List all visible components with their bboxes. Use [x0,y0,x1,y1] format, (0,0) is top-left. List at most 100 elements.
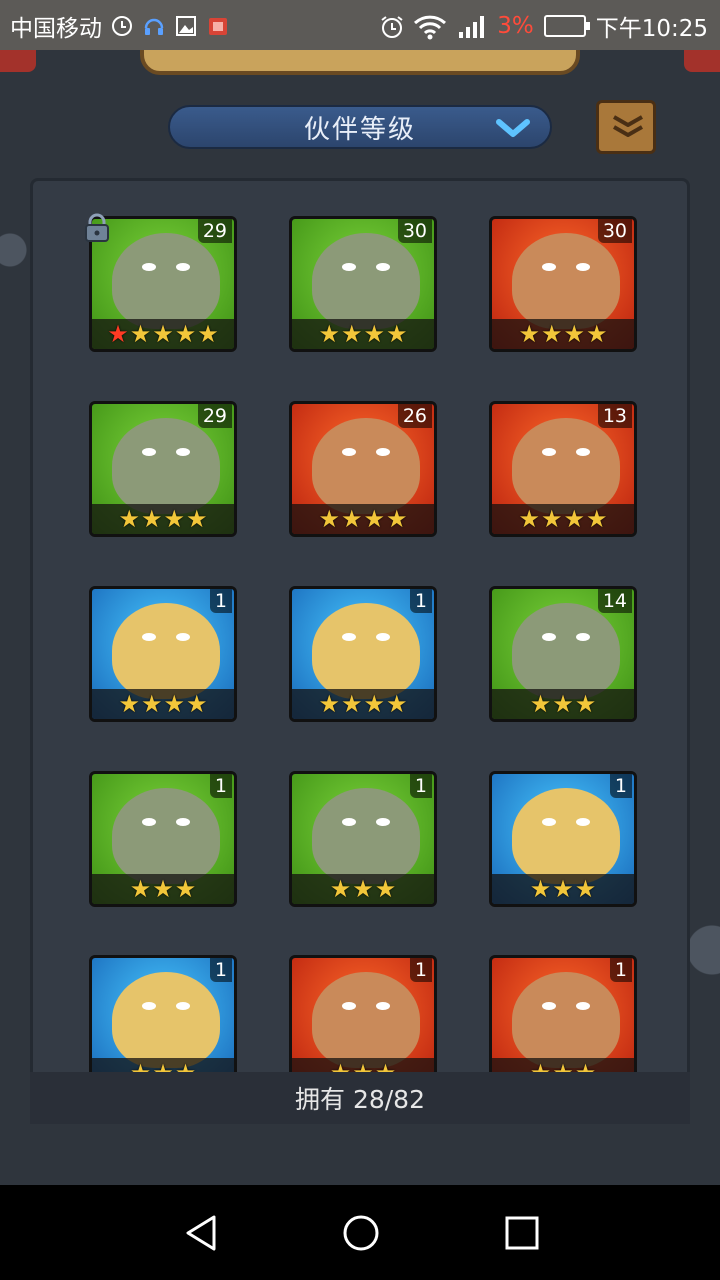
hero-portrait [512,233,620,329]
hero-card[interactable]: 1★★★ [489,771,637,907]
hero-eye [576,818,590,826]
hero-eye [342,448,356,456]
image-icon [174,14,198,38]
hero-portrait [312,233,420,329]
hero-level-badge: 29 [197,219,232,243]
hero-eye [142,1002,156,1010]
hero-eye [176,818,190,826]
hero-star-rating: ★ ★ ★ ★ [292,319,434,349]
star-icon: ★ [107,320,129,348]
navigation-bar [0,1185,720,1280]
recents-icon[interactable] [502,1213,542,1253]
hero-eye [142,818,156,826]
hero-eye [142,263,156,271]
chevron-down-icon [496,119,530,139]
hero-level-badge: 1 [209,958,232,982]
hero-card[interactable]: 14 ★ ★ ★ [489,586,637,722]
star-icon: ★ [140,690,163,718]
star-icon: ★ [186,505,208,533]
star-icon: ★ [318,505,340,533]
hero-eye [142,633,156,641]
clock-time: 下午10:25 [595,16,708,42]
hero-card[interactable]: 29 ★ ★ ★ ★ [89,401,237,537]
hero-portrait [312,788,420,884]
hero-portrait [112,233,220,329]
star-icon: ★ [363,505,386,533]
star-icon: ★ [574,875,597,903]
owned-count-label: 拥有 28/82 [295,1085,425,1114]
hero-star-rating: ★★★ [92,874,234,904]
hero-eye [342,818,356,826]
sort-dropdown[interactable]: 伙伴等级 [168,105,552,149]
hero-card[interactable]: 30 ★ ★ ★ ★ [289,216,437,352]
hero-portrait [512,603,620,699]
back-icon[interactable] [182,1213,222,1253]
star-icon: ★ [340,690,363,718]
hero-card[interactable]: 26 ★ ★ ★ ★ [289,401,437,537]
hero-card[interactable]: 1 ★ ★ ★ ★ [289,586,437,722]
hero-card[interactable]: 1★★★ [289,771,437,907]
hero-level-badge: 1 [209,774,232,798]
hero-level-badge: 26 [397,404,432,428]
hero-eye [342,263,356,271]
star-icon: ★ [318,320,340,348]
star-icon: ★ [586,505,608,533]
star-icon: ★ [374,875,397,903]
hero-eye [542,818,556,826]
hero-card[interactable]: 30 ★ ★ ★ ★ [489,216,637,352]
star-icon: ★ [529,690,552,718]
hero-portrait [512,788,620,884]
hero-eye [176,263,190,271]
star-icon: ★ [129,875,152,903]
game-screen: 伙伴等级 29 ★ ★ ★ ★ ★ 30 ★ ★ ★ ★ 30 ★ ★ ★ ★ 29 ★ ★ ★ ★ 26 ★ ★ ★ ★ 13 ★ ★… [0,50,720,1185]
hero-level-badge: 29 [197,404,232,428]
star-icon: ★ [174,875,197,903]
battery-percent: 3% [497,13,534,39]
star-icon: ★ [163,690,186,718]
lock-icon [83,213,111,243]
hero-card[interactable]: 1★★★ [489,955,637,1091]
hero-eye [576,263,590,271]
signal-icon [457,14,487,38]
hero-level-badge: 13 [597,404,632,428]
hero-eye [176,448,190,456]
star-icon: ★ [140,505,163,533]
hero-eye [376,633,390,641]
star-icon: ★ [518,320,540,348]
hero-star-rating: ★ ★ ★ ★ [492,504,634,534]
star-icon: ★ [518,505,540,533]
status-bar: 中国移动 3% 下午10:25 [0,0,720,50]
handbook-button[interactable] [596,100,656,154]
star-icon: ★ [129,320,152,348]
hero-star-rating: ★★★ [492,689,634,719]
hero-level-badge: 1 [409,774,432,798]
hero-portrait [512,972,620,1068]
hero-card[interactable]: 13 ★ ★ ★ ★ [489,401,637,537]
hero-level-badge: 30 [397,219,432,243]
corner-ornament-left [0,50,36,72]
star-icon: ★ [529,875,552,903]
hero-eye [376,448,390,456]
hero-card[interactable]: 1★★★ [89,955,237,1091]
corner-ornament-right [684,50,720,72]
star-icon: ★ [363,320,386,348]
home-icon[interactable] [341,1213,381,1253]
hero-card[interactable]: 29 ★ ★ ★ ★ ★ [89,216,237,352]
hero-card[interactable]: 1★★★ [89,771,237,907]
star-icon: ★ [386,320,408,348]
hero-eye [576,1002,590,1010]
hero-level-badge: 14 [597,589,632,613]
hero-card[interactable]: 1★★★ [289,955,437,1091]
star-icon: ★ [174,320,197,348]
hero-eye [142,448,156,456]
hero-portrait [112,418,220,514]
star-icon: ★ [197,320,219,348]
hero-star-rating: ★ ★ ★ ★ ★ [92,319,234,349]
hero-eye [342,633,356,641]
hero-level-badge: 30 [597,219,632,243]
star-icon: ★ [163,505,186,533]
hero-eye [542,1002,556,1010]
hero-card[interactable]: 1 ★ ★ ★ ★ [89,586,237,722]
hero-eye [376,1002,390,1010]
hero-level-badge: 1 [209,589,232,613]
